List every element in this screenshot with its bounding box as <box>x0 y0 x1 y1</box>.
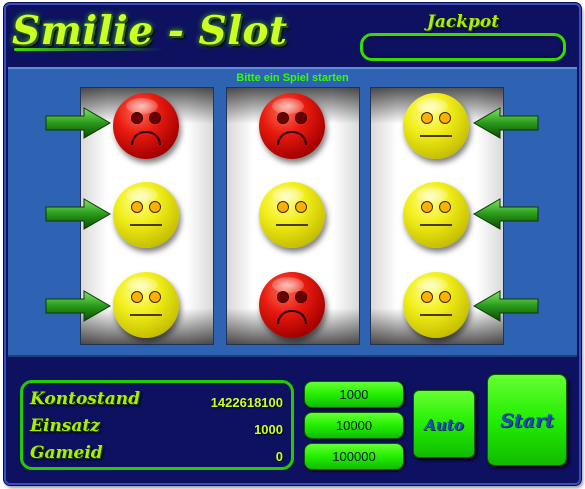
sad-smiley-icon <box>113 93 179 159</box>
logo-underline <box>14 48 164 51</box>
smiley-eye <box>295 201 307 213</box>
sad-smiley-icon <box>259 93 325 159</box>
smiley-eye <box>421 112 433 124</box>
jackpot-label: Jackpot <box>426 12 500 32</box>
bet-1000-button[interactable]: 1000 <box>304 381 404 408</box>
smiley-eye <box>439 201 451 213</box>
smiley-mouth <box>130 314 162 316</box>
arrow-left-icon <box>472 290 539 322</box>
smiley-mouth <box>277 310 307 324</box>
game-logo: Smilie - Slot <box>12 8 288 54</box>
neutral-smiley-icon <box>403 182 469 248</box>
smiley-eye <box>149 201 161 213</box>
smiley-mouth <box>131 131 161 145</box>
neutral-smiley-icon <box>113 182 179 248</box>
auto-button[interactable]: Auto <box>413 390 475 458</box>
smiley-eye <box>131 201 143 213</box>
account-info-panel: Kontostand 1422618100 Einsatz 1000 Gamei… <box>20 380 294 470</box>
smiley-eye <box>277 201 289 213</box>
smiley-mouth <box>420 224 452 226</box>
smiley-eye <box>131 291 143 303</box>
smiley-mouth <box>420 135 452 137</box>
arrow-left-icon <box>472 198 539 230</box>
arrow-left-icon <box>472 107 539 139</box>
gameid-label: Gameid <box>30 443 103 463</box>
smiley-eye <box>277 291 289 303</box>
neutral-smiley-icon <box>403 272 469 338</box>
stake-label: Einsatz <box>30 416 100 436</box>
smiley-eye <box>421 291 433 303</box>
stake-value: 1000 <box>254 422 283 437</box>
balance-value: 1422618100 <box>210 395 283 410</box>
smiley-eye <box>149 112 161 124</box>
bet-10000-button[interactable]: 10000 <box>304 412 404 439</box>
gameid-value: 0 <box>275 449 283 464</box>
smiley-mouth <box>130 224 162 226</box>
smiley-mouth <box>277 131 307 145</box>
smiley-eye <box>295 112 307 124</box>
neutral-smiley-icon <box>259 182 325 248</box>
neutral-smiley-icon <box>403 93 469 159</box>
bet-100000-button[interactable]: 100000 <box>304 443 404 470</box>
smiley-eye <box>295 291 307 303</box>
smiley-eye <box>149 291 161 303</box>
smiley-eye <box>421 201 433 213</box>
arrow-right-icon <box>45 107 112 139</box>
smiley-mouth <box>420 314 452 316</box>
smiley-eye <box>131 112 143 124</box>
smiley-eye <box>439 112 451 124</box>
smiley-eye <box>439 291 451 303</box>
neutral-smiley-icon <box>113 272 179 338</box>
sad-smiley-icon <box>259 272 325 338</box>
smiley-eye <box>277 112 289 124</box>
smiley-mouth <box>276 224 308 226</box>
balance-label: Kontostand <box>30 389 140 409</box>
arrow-right-icon <box>45 198 112 230</box>
arrow-right-icon <box>45 290 112 322</box>
jackpot-display <box>360 33 566 61</box>
status-message: Bitte ein Spiel starten <box>236 72 349 84</box>
start-button[interactable]: Start <box>487 374 567 466</box>
